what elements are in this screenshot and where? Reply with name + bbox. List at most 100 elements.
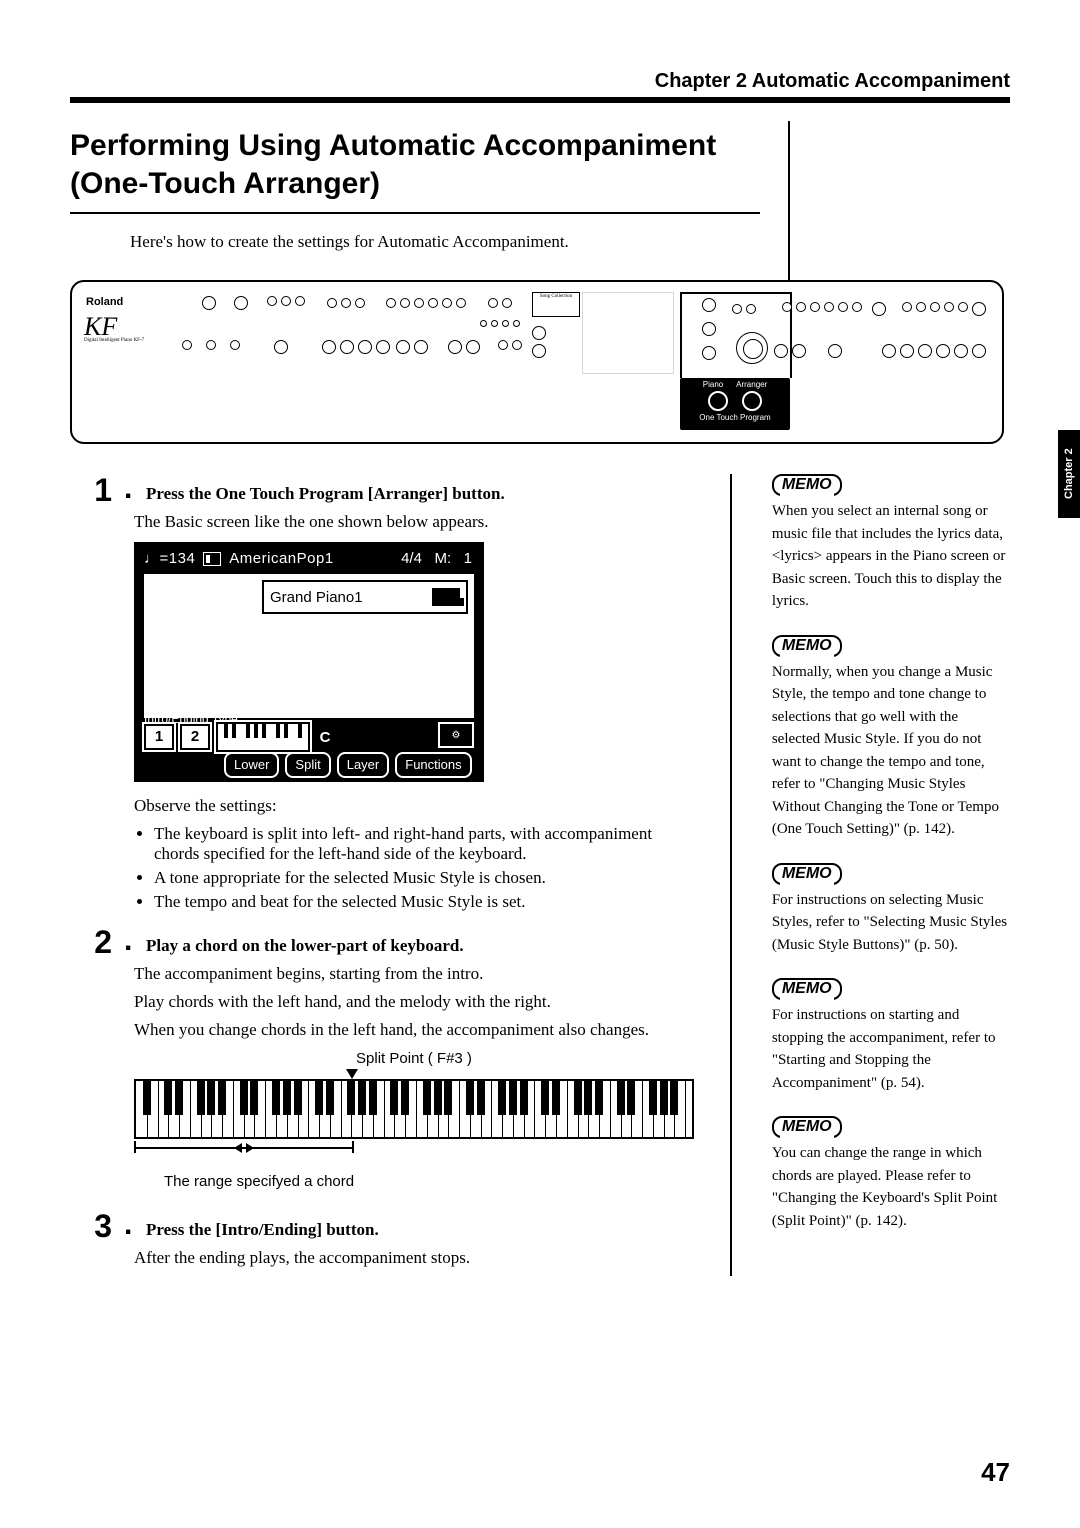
step-number: 2	[70, 926, 112, 958]
memo-3: MEMO For instructions on selecting Music…	[772, 863, 1010, 957]
panel-buttons-row	[972, 344, 986, 358]
panel-button-icon	[202, 296, 216, 310]
panel-buttons-row	[498, 340, 522, 350]
step-dot: .	[124, 474, 134, 506]
screen-measure: 1	[464, 550, 472, 567]
memo-5: MEMO You can change the range in which c…	[772, 1116, 1010, 1232]
step-number: 1	[70, 474, 112, 506]
step-1-bullet-2: A tone appropriate for the selected Musi…	[154, 868, 690, 888]
panel-button-icon	[414, 298, 424, 308]
one-touch-piano-button-icon	[708, 391, 728, 411]
panel-song-collection: Song Collection	[532, 292, 580, 317]
panel-button-icon	[902, 302, 912, 312]
panel-button-icon	[838, 302, 848, 312]
screen-tone-name: Grand Piano1	[270, 589, 363, 606]
step-dot: .	[124, 926, 134, 958]
one-touch-arranger-label: Arranger	[736, 380, 767, 389]
panel-button-icon	[944, 302, 954, 312]
screen-style-icon	[203, 552, 221, 566]
screen-bottom-row1: 1 2 C	[144, 722, 334, 752]
panel-button-icon	[396, 340, 410, 354]
screen-main-area: Grand Piano1	[144, 574, 474, 718]
panel-button-icon	[852, 302, 862, 312]
panel-button-icon	[532, 344, 546, 358]
panel-button-icon	[448, 340, 462, 354]
panel-buttons-row	[774, 344, 806, 358]
intro-text: Here's how to create the settings for Au…	[130, 232, 1010, 252]
screen-intro-type-2: 2	[180, 724, 210, 750]
panel-buttons-row	[274, 340, 288, 354]
panel-button-icon	[322, 340, 336, 354]
panel-button-icon	[274, 340, 288, 354]
panel-button-icon	[824, 302, 834, 312]
step-1-bullet-3: The tempo and beat for the selected Musi…	[154, 892, 690, 912]
step-2-heading: Play a chord on the lower-part of keyboa…	[146, 926, 464, 958]
panel-button-icon	[386, 298, 396, 308]
screen-bottom-buttons: Lower Split Layer Functions	[224, 752, 472, 778]
panel-buttons-row	[828, 344, 842, 358]
panel-buttons-row	[882, 344, 968, 358]
main-column: 1 . Press the One Touch Program [Arrange…	[70, 474, 690, 1276]
step-dot: .	[124, 1210, 134, 1242]
panel-model-sub: Digital Intelligent Piano KF-7	[84, 338, 144, 343]
panel-button-icon	[930, 302, 940, 312]
chapter-rule	[70, 97, 1010, 103]
panel-buttons-row	[702, 298, 716, 312]
memo-1-text: When you select an internal song or musi…	[772, 500, 1010, 613]
step-3-heading: Press the [Intro/Ending] button.	[146, 1210, 379, 1242]
panel-button-icon	[230, 340, 240, 350]
step-3-text: After the ending plays, the accompanimen…	[134, 1248, 690, 1268]
screen-beat: 4/4	[401, 550, 422, 567]
panel-buttons-row	[448, 340, 480, 354]
step-2-text-2: Play chords with the left hand, and the …	[134, 992, 690, 1012]
panel-button-icon	[400, 298, 410, 308]
panel-button-icon	[456, 298, 466, 308]
panel-buttons-row	[480, 320, 520, 327]
panel-button-icon	[234, 296, 248, 310]
screen-intro-type-1: 1	[144, 724, 174, 750]
panel-button-icon	[702, 322, 716, 336]
split-point-label: Split Point ( F#3 )	[134, 1050, 694, 1067]
panel-button-icon	[466, 340, 480, 354]
chord-range-indicator	[134, 1145, 694, 1171]
piano-icon	[432, 588, 460, 606]
panel-one-touch-program: Piano Arranger One Touch Program	[680, 378, 790, 430]
panel-button-icon	[872, 302, 886, 316]
panel-buttons-row	[972, 302, 986, 316]
panel-button-icon	[900, 344, 914, 358]
panel-button-icon	[972, 344, 986, 358]
panel-button-icon	[267, 296, 277, 306]
panel-button-icon	[954, 344, 968, 358]
screen-tempo: ♩=134	[144, 550, 195, 567]
panel-button-icon	[327, 298, 337, 308]
panel-callout-line	[680, 292, 682, 378]
side-column: MEMO When you select an internal song or…	[772, 474, 1010, 1276]
panel-button-icon	[796, 302, 806, 312]
memo-2-text: Normally, when you change a Music Style,…	[772, 661, 1010, 841]
panel-buttons-row	[872, 302, 886, 316]
panel-buttons-row	[702, 346, 716, 360]
panel-button-icon	[295, 296, 305, 306]
title-rule	[70, 212, 760, 214]
panel-button-icon	[916, 302, 926, 312]
panel-button-icon	[502, 320, 509, 327]
panel-buttons-row	[202, 296, 248, 310]
panel-buttons-row	[327, 298, 365, 308]
panel-buttons-row	[532, 344, 546, 358]
step-1-bullet-1: The keyboard is split into left- and rig…	[154, 824, 690, 864]
step-3-body: After the ending plays, the accompanimen…	[134, 1248, 690, 1268]
panel-button-icon	[882, 344, 896, 358]
panel-buttons-row	[396, 340, 428, 354]
panel-button-icon	[491, 320, 498, 327]
panel-buttons-row	[386, 298, 466, 308]
panel-button-icon	[792, 344, 806, 358]
screen-mini-keyboard-icon	[216, 722, 310, 752]
panel-button-icon	[414, 340, 428, 354]
one-touch-program-label: One Touch Program	[699, 413, 770, 422]
chord-range-label: The range specifyed a chord	[164, 1173, 694, 1190]
screen-lower-button: Lower	[224, 752, 279, 778]
panel-button-icon	[376, 340, 390, 354]
panel-button-icon	[358, 340, 372, 354]
panel-button-icon	[918, 344, 932, 358]
side-tab: Chapter 2	[1058, 430, 1080, 518]
